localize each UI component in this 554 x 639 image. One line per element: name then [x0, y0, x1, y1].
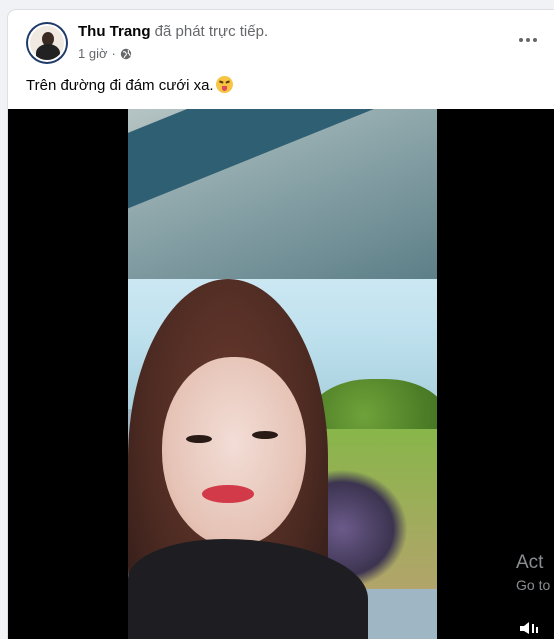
- post-header: Thu Trang đã phát trực tiếp. 1 giờ ·: [8, 10, 554, 72]
- avatar-image: [28, 24, 66, 62]
- video-frame: [128, 109, 437, 639]
- post-meta: 1 giờ ·: [78, 46, 132, 61]
- author-name[interactable]: Thu Trang: [78, 23, 151, 40]
- post-timestamp[interactable]: 1 giờ: [78, 46, 108, 61]
- video-person-face: [162, 357, 306, 547]
- meta-separator: ·: [111, 46, 116, 61]
- globe-icon[interactable]: [120, 48, 132, 60]
- more-options-button[interactable]: [516, 28, 540, 52]
- video-person-eye-right: [252, 431, 278, 439]
- volume-icon[interactable]: [519, 621, 539, 635]
- author-avatar[interactable]: [26, 22, 68, 64]
- post-author-line: Thu Trang đã phát trực tiếp.: [78, 23, 268, 40]
- post-caption: Trên đường đi đám cưới xa.: [26, 76, 233, 94]
- video-person-lips: [202, 485, 254, 503]
- avatar-body-shape: [36, 44, 60, 60]
- video-person-eye-left: [186, 435, 212, 443]
- squinting-face-with-tongue-emoji-icon: [215, 76, 233, 93]
- activate-windows-subtitle: Go to: [516, 577, 551, 593]
- post-action-text: đã phát trực tiếp.: [154, 23, 269, 40]
- live-video-player[interactable]: [8, 109, 554, 639]
- caption-text: Trên đường đi đám cưới xa.: [26, 77, 214, 94]
- more-horizontal-icon: [518, 38, 539, 42]
- feed-post: Thu Trang đã phát trực tiếp. 1 giờ · Trê…: [8, 10, 554, 639]
- activate-windows-title: Act: [516, 552, 544, 573]
